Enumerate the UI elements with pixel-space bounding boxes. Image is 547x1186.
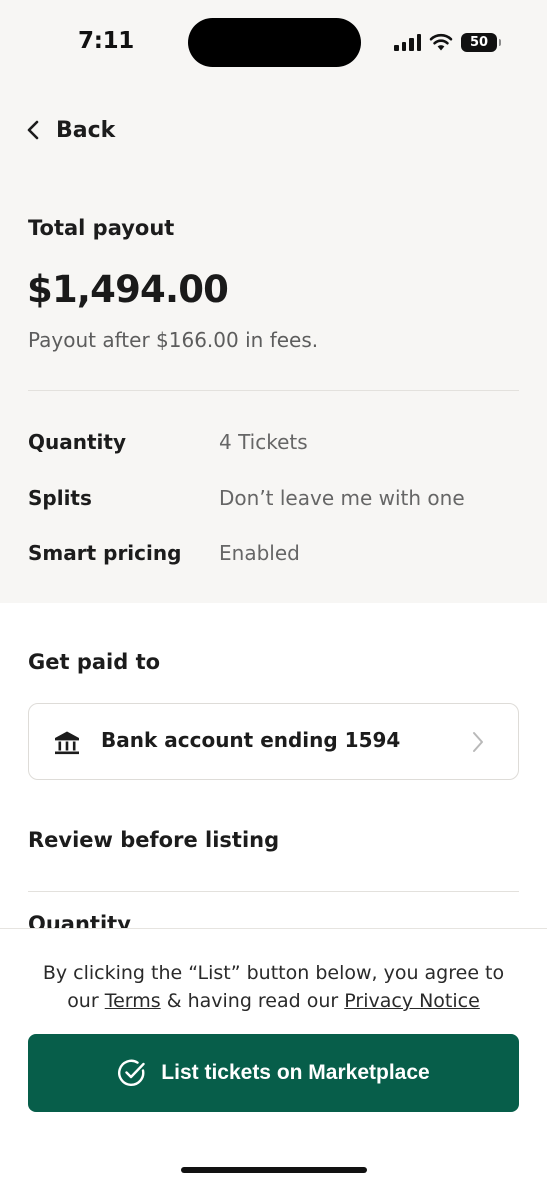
detail-key: Splits [28,486,92,510]
bank-account-selector[interactable]: Bank account ending 1594 [28,703,519,780]
privacy-notice-link[interactable]: Privacy Notice [344,990,480,1012]
bottom-action-bar: By clicking the “List” button below, you… [0,928,547,1186]
review-heading: Review before listing [28,828,280,852]
detail-value: Enabled [219,541,300,565]
agreement-prefix: our [67,990,105,1012]
chevron-left-icon [27,120,39,140]
agreement-middle: & having read our [160,990,345,1012]
battery-icon: 50 [461,32,501,52]
chevron-right-icon [473,732,483,752]
status-icons: 50 [394,30,501,54]
back-label: Back [56,117,116,143]
wifi-icon [429,33,453,51]
divider [28,891,519,892]
terms-link[interactable]: Terms [105,990,161,1012]
agreement-line-1: By clicking the “List” button below, you… [42,962,505,984]
home-indicator [181,1167,367,1173]
detail-row-smart-pricing: Smart pricing Enabled [28,538,528,568]
divider [28,390,519,391]
list-tickets-button[interactable]: List tickets on Marketplace [28,1034,519,1112]
get-paid-heading: Get paid to [28,650,161,674]
detail-row-splits: Splits Don’t leave me with one [28,483,528,513]
check-circle-icon [118,1059,145,1086]
status-time: 7:11 [78,28,135,54]
bank-icon [55,731,79,755]
detail-value: Don’t leave me with one [219,486,465,510]
payout-fee-note: Payout after $166.00 in fees. [28,328,319,352]
signal-icon [394,33,421,51]
bank-account-label: Bank account ending 1594 [101,728,401,752]
detail-key: Quantity [28,430,126,454]
status-bar: 7:11 50 [0,0,547,86]
total-payout-label: Total payout [28,216,175,240]
detail-row-quantity: Quantity 4 Tickets [28,427,528,457]
detail-value: 4 Tickets [219,430,308,454]
list-tickets-label: List tickets on Marketplace [161,1061,430,1084]
back-button[interactable]: Back [26,114,115,146]
detail-key: Smart pricing [28,541,182,565]
total-payout-amount: $1,494.00 [27,268,229,311]
agreement-text: By clicking the “List” button below, you… [0,959,547,1015]
battery-level: 50 [469,34,489,50]
dynamic-island [188,18,361,67]
